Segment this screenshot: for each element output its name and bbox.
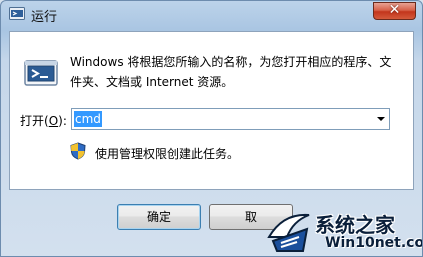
uac-shield-icon xyxy=(70,142,86,160)
open-label: 打开(O): xyxy=(20,112,67,129)
watermark-logo-icon xyxy=(267,213,310,252)
cancel-button-label: 取 xyxy=(244,210,257,224)
open-label-prefix: 打开( xyxy=(20,114,49,128)
ok-button-label: 确定 xyxy=(146,210,171,224)
dialog-content: Windows 将根据您所输入的名称，为您打开相应的程序、文件夹、文档或 Int… xyxy=(9,31,414,190)
watermark-brand: 系统之家 xyxy=(315,213,395,237)
dropdown-arrow-icon[interactable] xyxy=(377,117,385,121)
close-icon: ✕ xyxy=(388,2,401,18)
dialog-description: Windows 将根据您所输入的名称，为您打开相应的程序、文件夹、文档或 Int… xyxy=(70,55,392,89)
command-input[interactable]: cmd xyxy=(74,111,102,127)
window-title: 运行 xyxy=(31,10,58,25)
watermark: 系统之家 Win10net.com xyxy=(263,207,422,256)
close-button[interactable]: ✕ xyxy=(373,2,416,20)
open-label-access-key: O xyxy=(48,114,59,128)
ok-button[interactable]: 确定 xyxy=(117,204,201,230)
title-bar[interactable]: 运行 ✕ xyxy=(1,1,422,29)
admin-privilege-text: 使用管理权限创建此任务。 xyxy=(95,147,240,161)
watermark-site: Win10net.com xyxy=(325,235,422,251)
run-dialog-window: 运行 ✕ Windows 将根据您所输入的名称，为您打开相应的程序、文件夹、文档… xyxy=(0,0,423,257)
run-program-icon xyxy=(24,60,58,86)
run-icon xyxy=(9,7,25,20)
open-combobox[interactable]: cmd xyxy=(71,108,390,130)
open-label-suffix: ): xyxy=(58,114,67,128)
